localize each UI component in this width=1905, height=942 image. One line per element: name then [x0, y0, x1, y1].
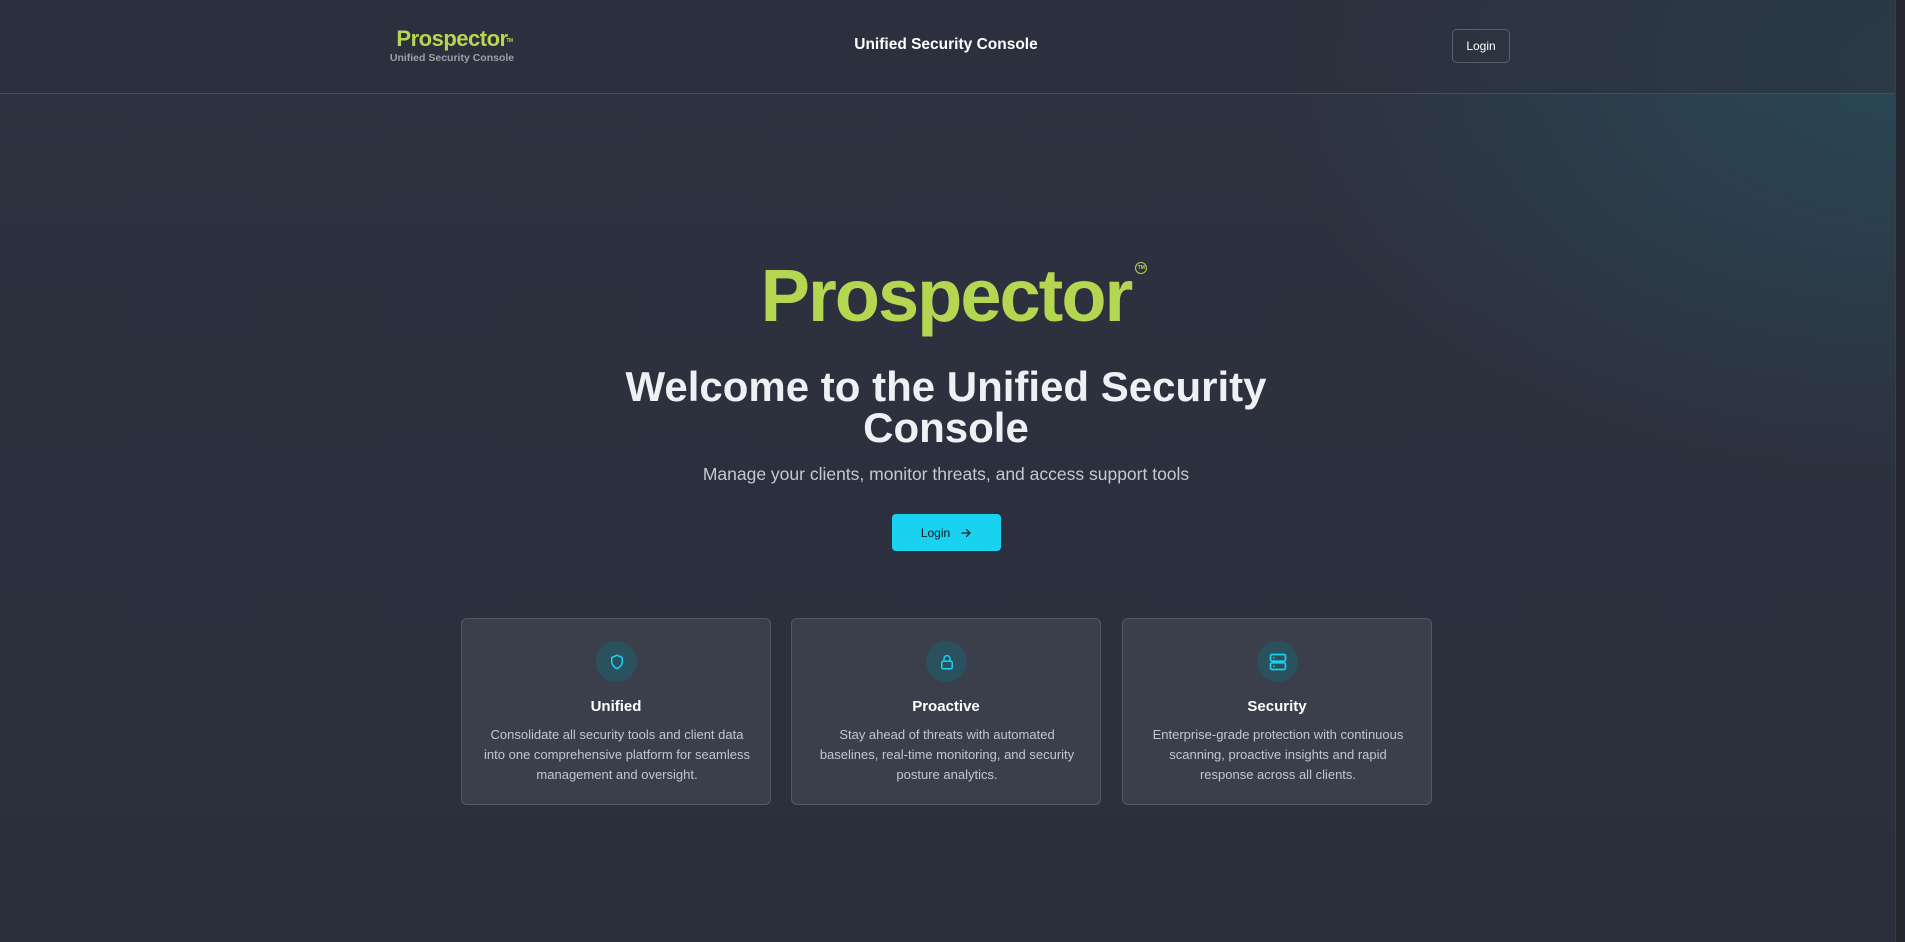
hero-wordmark: Prospector TM: [760, 252, 1148, 340]
feature-cards: Unified Consolidate all security tools a…: [461, 618, 1433, 805]
lock-icon: [926, 641, 967, 682]
header-login-button[interactable]: Login: [1452, 29, 1510, 63]
hero-login-label: Login: [920, 525, 951, 540]
shield-icon: [596, 641, 637, 682]
feature-title: Unified: [590, 698, 642, 715]
feature-description: Stay ahead of threats with automated bas…: [819, 727, 1075, 782]
feature-card-unified: Unified Consolidate all security tools a…: [461, 618, 771, 805]
feature-title: Proactive: [912, 698, 980, 715]
server-icon: [1257, 641, 1298, 682]
feature-title: Security: [1247, 698, 1307, 715]
feature-card-security: Security Enterprise-grade protection wit…: [1122, 618, 1432, 805]
feature-description: Consolidate all security tools and clien…: [484, 727, 750, 782]
hero-brand-name: Prospector: [760, 254, 1134, 337]
hero-login-button[interactable]: Login: [892, 514, 1001, 551]
hero-trademark: TM: [1135, 262, 1148, 274]
landing-page: Prospector TM Unified Security Console U…: [0, 0, 1905, 942]
hero-title: Welcome to the Unified Security Console: [625, 363, 1267, 451]
page-scrollbar[interactable]: [1895, 0, 1905, 942]
feature-card-proactive: Proactive Stay ahead of threats with aut…: [791, 618, 1101, 805]
header-title: Unified Security Console: [854, 36, 1038, 53]
hero-logo: Prospector TM: [0, 252, 1892, 340]
arrow-right-icon: [960, 527, 972, 539]
hero-subtitle: Manage your clients, monitor threats, an…: [702, 464, 1190, 484]
top-navbar: Prospector TM Unified Security Console U…: [0, 0, 1895, 94]
feature-description: Enterprise-grade protection with continu…: [1152, 727, 1404, 782]
